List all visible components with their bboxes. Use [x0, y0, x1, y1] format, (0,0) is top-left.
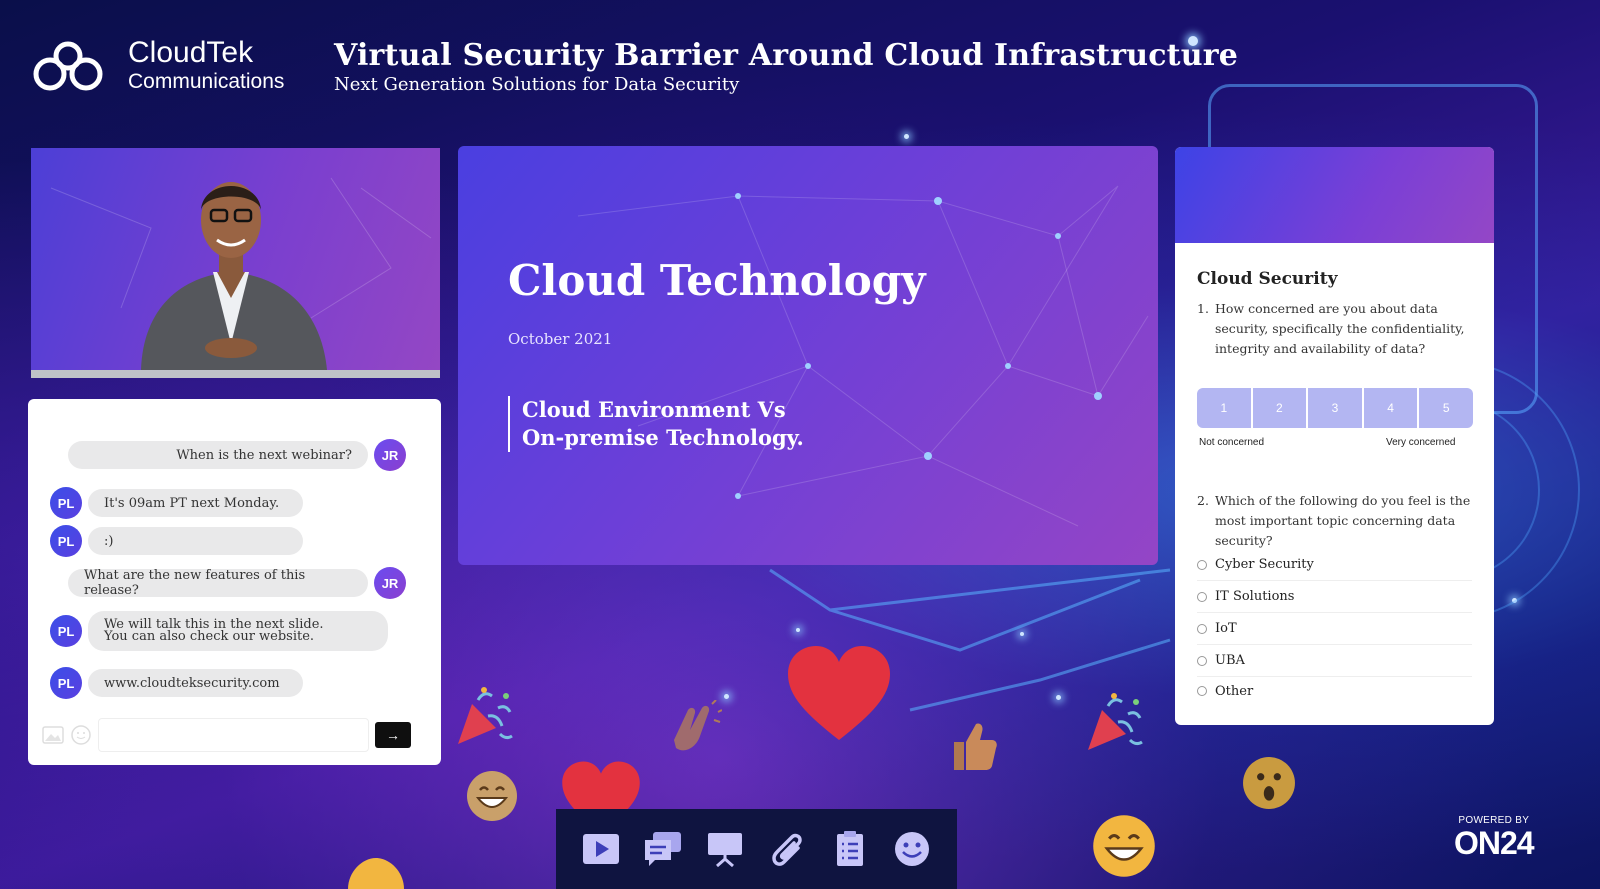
scale-low-label: Not concerned — [1199, 437, 1265, 448]
avatar: JR — [374, 567, 406, 599]
presenter-image — [50, 177, 432, 370]
avatar: PL — [50, 525, 82, 557]
option-label: IoT — [1215, 621, 1237, 636]
option-label: Cyber Security — [1215, 557, 1314, 572]
radio-button[interactable] — [1197, 655, 1207, 666]
survey-option[interactable]: Cyber Security — [1197, 549, 1472, 581]
media-player-button[interactable] — [580, 828, 622, 870]
clapping-hands-icon — [674, 700, 722, 751]
heart-reaction-icon — [788, 646, 890, 740]
brand-subtitle: Communications — [128, 70, 285, 93]
chat-bubble: We will talk this in the next slide. You… — [88, 611, 388, 651]
radio-button[interactable] — [1197, 559, 1207, 570]
thumbs-up-icon — [954, 723, 997, 770]
radio-button[interactable] — [1197, 623, 1207, 634]
image-icon[interactable] — [42, 726, 64, 744]
brand: CloudTek Communications — [30, 36, 284, 96]
resources-button[interactable] — [767, 828, 809, 870]
cloudtek-logo-icon — [33, 41, 103, 91]
party-popper-icon — [458, 687, 513, 744]
grinning-face-icon — [1093, 815, 1155, 877]
chat-message: PL We will talk this in the next slide. … — [50, 611, 388, 651]
rating-scale: 1 2 3 4 5 — [1197, 388, 1473, 428]
survey-button[interactable] — [829, 828, 871, 870]
presentation-icon — [708, 833, 743, 868]
rating-option[interactable]: 2 — [1252, 388, 1309, 428]
chat-compose: → — [42, 717, 411, 753]
chat-message: What are the new features of this releas… — [68, 567, 406, 599]
survey-option[interactable]: UBA — [1197, 645, 1472, 677]
survey-panel: Cloud Security 1. How concerned are you … — [1175, 147, 1494, 725]
avatar: PL — [50, 615, 82, 647]
scale-high-label: Very concerned — [1386, 437, 1456, 448]
question-number: 2. — [1197, 493, 1209, 508]
chat-bubble: What are the new features of this releas… — [68, 568, 368, 598]
play-icon — [583, 834, 620, 864]
grinning-face-icon — [348, 858, 404, 889]
question-text: How concerned are you about data securit… — [1215, 301, 1465, 356]
send-button[interactable]: → — [375, 722, 411, 748]
chat-icon — [645, 832, 682, 866]
chat-bubble-line: You can also check our website. — [104, 629, 315, 644]
attachment-icon — [771, 833, 802, 866]
option-label: IT Solutions — [1215, 589, 1295, 604]
rating-option[interactable]: 1 — [1197, 388, 1253, 428]
avatar: PL — [50, 667, 82, 699]
chat-bubble: www.cloudteksecurity.com — [88, 669, 303, 697]
brand-name: CloudTek — [128, 36, 254, 69]
survey-title: Cloud Security — [1197, 269, 1338, 289]
qa-chat-button[interactable] — [642, 828, 684, 870]
survey-option[interactable]: IoT — [1197, 613, 1472, 645]
slide-title: Cloud Technology — [508, 256, 926, 305]
chat-message: When is the next webinar? JR — [68, 439, 406, 471]
chat-message: PL It's 09am PT next Monday. — [50, 487, 303, 519]
surprised-face-icon — [1243, 757, 1295, 809]
reactions-button[interactable] — [891, 828, 933, 870]
chat-bubble: :) — [88, 527, 303, 555]
event-title: Virtual Security Barrier Around Cloud In… — [334, 38, 1239, 73]
chat-panel: When is the next webinar? JR PL It's 09a… — [28, 399, 441, 765]
presenter-video[interactable] — [31, 148, 440, 378]
bottom-toolbar — [556, 809, 957, 889]
emoji-picker-icon[interactable] — [70, 724, 92, 746]
rating-option[interactable]: 3 — [1308, 388, 1364, 428]
slides-button[interactable] — [704, 828, 746, 870]
survey-icon — [836, 831, 863, 866]
chat-input[interactable] — [98, 718, 369, 752]
event-header: Virtual Security Barrier Around Cloud In… — [334, 38, 1238, 96]
slide-subtitle-line: Cloud Environment Vs — [522, 397, 786, 422]
slide-viewer: Cloud Technology October 2021 Cloud Envi… — [458, 146, 1158, 565]
background-star — [904, 134, 909, 139]
chat-message: PL :) — [50, 525, 303, 557]
on24-logo: ON24 — [1454, 825, 1535, 861]
chat-bubble: When is the next webinar? — [68, 441, 368, 469]
survey-question: 1. How concerned are you about data secu… — [1197, 299, 1487, 359]
party-popper-icon — [1088, 693, 1143, 750]
chat-message: PL www.cloudteksecurity.com — [50, 667, 303, 699]
chat-bubble: It's 09am PT next Monday. — [88, 489, 303, 517]
slide-subtitle: Cloud Environment Vs On-premise Technolo… — [508, 396, 804, 452]
rating-option[interactable]: 5 — [1419, 388, 1473, 428]
survey-banner — [1175, 147, 1494, 243]
slide-date: October 2021 — [508, 330, 613, 348]
question-text: Which of the following do you feel is th… — [1215, 493, 1471, 548]
survey-option[interactable]: IT Solutions — [1197, 581, 1472, 613]
rating-option[interactable]: 4 — [1363, 388, 1420, 428]
question-number: 1. — [1197, 301, 1209, 316]
event-subtitle: Next Generation Solutions for Data Secur… — [334, 74, 740, 95]
avatar: PL — [50, 487, 82, 519]
slide-network-graphic — [577, 185, 1149, 527]
survey-question: 2. Which of the following do you feel is… — [1197, 491, 1487, 551]
survey-option[interactable]: Other — [1197, 675, 1472, 707]
grinning-face-icon — [467, 771, 517, 821]
radio-button[interactable] — [1197, 591, 1207, 602]
option-label: UBA — [1215, 653, 1245, 668]
powered-by: POWERED BY ON24 — [1454, 815, 1535, 861]
background-star — [724, 694, 729, 699]
avatar: JR — [374, 439, 406, 471]
radio-button[interactable] — [1197, 686, 1207, 696]
emoji-icon — [894, 832, 929, 866]
slide-subtitle-line: On-premise Technology. — [522, 425, 804, 450]
option-label: Other — [1215, 683, 1254, 699]
